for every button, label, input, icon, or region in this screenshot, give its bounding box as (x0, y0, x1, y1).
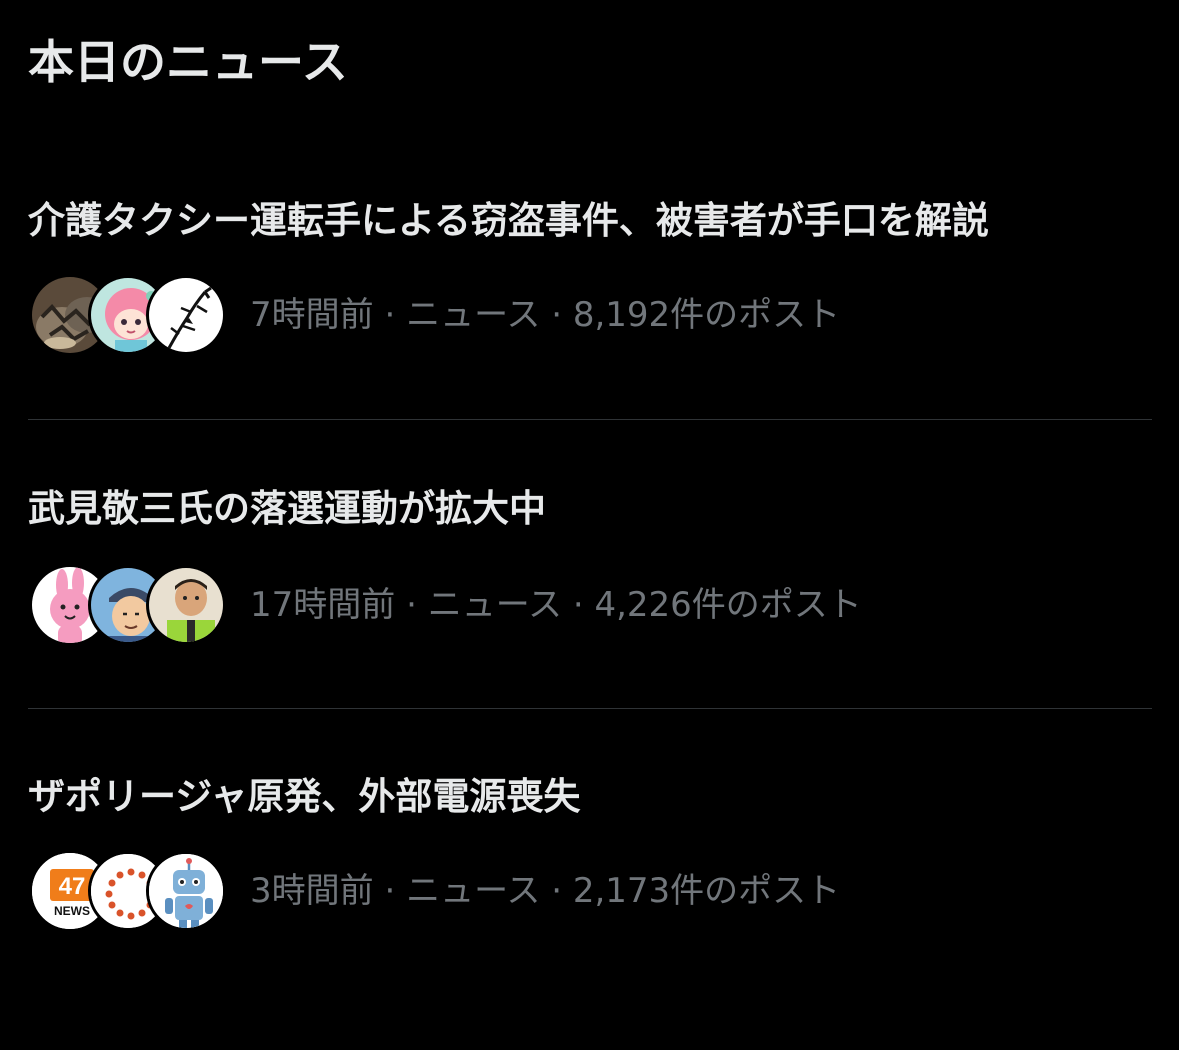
divider (28, 708, 1152, 709)
logo-number: 47 (59, 873, 86, 900)
meta-separator: · (551, 295, 563, 335)
avatar-lizard-drawing (146, 275, 226, 355)
meta-separator: · (384, 871, 396, 911)
news-item[interactable]: ザポリージャ原発、外部電源喪失 47 NEWS 3時間前 · ニュース · 2,… (0, 760, 1179, 1050)
news-meta: 47 NEWS 3時間前 · ニュース · 2,173件のポスト (30, 850, 1150, 932)
robot-character-icon (149, 854, 223, 928)
avatar-robot-character (146, 851, 226, 931)
avatar-group[interactable] (30, 564, 226, 646)
news-time: 17時間前 (250, 585, 396, 625)
avatar-man-in-vest-photo (146, 565, 226, 645)
news-category: ニュース (406, 295, 541, 335)
news-headline[interactable]: 介護タクシー運転手による窃盗事件、被害者が手口を解説 (28, 196, 989, 246)
news-meta-text: 3時間前 · ニュース · 2,173件のポスト (250, 866, 840, 916)
news-item[interactable]: 武見敬三氏の落選運動が拡大中 17時間前 · ニュース · 4,226件のポスト (0, 470, 1179, 760)
news-meta-text: 17時間前 · ニュース · 4,226件のポスト (250, 580, 862, 630)
news-time: 3時間前 (250, 871, 374, 911)
news-meta-text: 7時間前 · ニュース · 8,192件のポスト (250, 290, 840, 340)
news-meta: 7時間前 · ニュース · 8,192件のポスト (30, 274, 1150, 356)
meta-separator: · (406, 585, 417, 625)
news-post-count: 8,192件のポスト (572, 295, 841, 335)
news-post-count: 4,226件のポスト (594, 585, 862, 625)
news-post-count: 2,173件のポスト (572, 871, 841, 911)
man-in-vest-photo-icon (149, 568, 223, 642)
logo-sub: NEWS (54, 904, 90, 918)
divider (28, 419, 1152, 420)
news-category: ニュース (427, 585, 563, 625)
meta-separator: · (572, 585, 584, 625)
news-meta: 17時間前 · ニュース · 4,226件のポスト (30, 564, 1150, 646)
section-title: 本日のニュース (28, 35, 348, 89)
news-time: 7時間前 (250, 295, 374, 335)
news-headline[interactable]: 武見敬三氏の落選運動が拡大中 (28, 484, 546, 534)
avatar-group[interactable] (30, 274, 226, 356)
lizard-drawing-icon (149, 278, 223, 352)
avatar-group[interactable]: 47 NEWS (30, 850, 226, 932)
news-category: ニュース (406, 871, 541, 911)
meta-separator: · (384, 295, 396, 335)
meta-separator: · (551, 871, 563, 911)
news-headline[interactable]: ザポリージャ原発、外部電源喪失 (28, 772, 580, 822)
news-item[interactable]: 介護タクシー運転手による窃盗事件、被害者が手口を解説 7時間前 · ニュース ·… (0, 180, 1179, 470)
